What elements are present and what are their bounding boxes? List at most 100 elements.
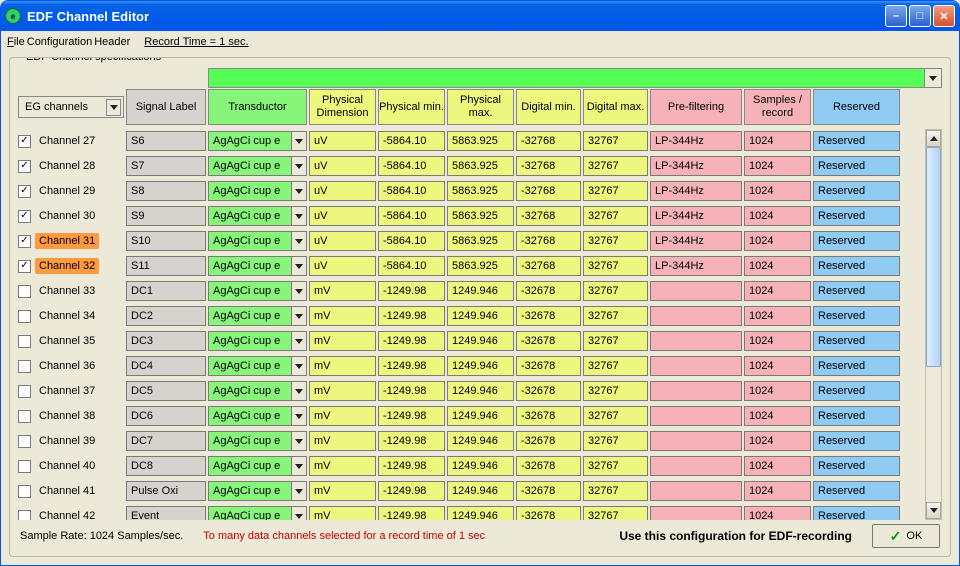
chevron-down-icon[interactable]: [106, 99, 121, 116]
chevron-down-icon[interactable]: [291, 382, 306, 400]
phys-max-cell[interactable]: 5863.925: [447, 181, 514, 201]
channel-checkbox[interactable]: ✓: [18, 235, 31, 248]
dig-max-cell[interactable]: 32767: [583, 406, 648, 426]
phys-dim-cell[interactable]: uV: [309, 231, 376, 251]
dig-max-cell[interactable]: 32767: [583, 206, 648, 226]
channel-checkbox[interactable]: [18, 310, 31, 323]
prefilter-cell[interactable]: [650, 331, 742, 351]
scroll-down-button[interactable]: [926, 502, 941, 519]
maximize-button[interactable]: □: [909, 5, 931, 27]
reserved-cell[interactable]: Reserved: [813, 381, 900, 401]
samples-cell[interactable]: 1024: [744, 206, 811, 226]
samples-cell[interactable]: 1024: [744, 431, 811, 451]
chevron-down-icon[interactable]: [924, 69, 941, 87]
channel-checkbox[interactable]: [18, 435, 31, 448]
chevron-down-icon[interactable]: [291, 307, 306, 325]
dig-max-cell[interactable]: 32767: [583, 256, 648, 276]
samples-cell[interactable]: 1024: [744, 181, 811, 201]
signal-label-cell[interactable]: S11: [126, 256, 206, 276]
reserved-cell[interactable]: Reserved: [813, 281, 900, 301]
transductor-dropdown[interactable]: AgAgCi cup e: [208, 131, 307, 151]
dig-max-cell[interactable]: 32767: [583, 506, 648, 520]
reserved-cell[interactable]: Reserved: [813, 306, 900, 326]
prefilter-cell[interactable]: LP-344Hz: [650, 131, 742, 151]
transductor-dropdown[interactable]: AgAgCi cup e: [208, 406, 307, 426]
minimize-button[interactable]: –: [885, 5, 907, 27]
dig-min-cell[interactable]: -32678: [516, 431, 581, 451]
phys-min-cell[interactable]: -5864.10: [378, 181, 445, 201]
signal-label-cell[interactable]: DC8: [126, 456, 206, 476]
dig-max-cell[interactable]: 32767: [583, 381, 648, 401]
chevron-down-icon[interactable]: [291, 132, 306, 150]
dig-min-cell[interactable]: -32678: [516, 481, 581, 501]
phys-dim-cell[interactable]: mV: [309, 381, 376, 401]
reserved-cell[interactable]: Reserved: [813, 181, 900, 201]
samples-cell[interactable]: 1024: [744, 306, 811, 326]
phys-min-cell[interactable]: -5864.10: [378, 156, 445, 176]
phys-min-cell[interactable]: -5864.10: [378, 131, 445, 151]
samples-cell[interactable]: 1024: [744, 256, 811, 276]
chevron-down-icon[interactable]: [291, 507, 306, 520]
phys-dim-cell[interactable]: mV: [309, 306, 376, 326]
channel-checkbox[interactable]: [18, 410, 31, 423]
dig-min-cell[interactable]: -32678: [516, 506, 581, 520]
dig-max-cell[interactable]: 32767: [583, 431, 648, 451]
reserved-cell[interactable]: Reserved: [813, 481, 900, 501]
signal-label-cell[interactable]: DC7: [126, 431, 206, 451]
transductor-dropdown[interactable]: AgAgCi cup e: [208, 356, 307, 376]
signal-label-cell[interactable]: S7: [126, 156, 206, 176]
prefilter-cell[interactable]: [650, 406, 742, 426]
dig-min-cell[interactable]: -32768: [516, 181, 581, 201]
scrollbar[interactable]: [925, 129, 942, 520]
chevron-down-icon[interactable]: [291, 482, 306, 500]
phys-min-cell[interactable]: -1249.98: [378, 281, 445, 301]
ok-button[interactable]: ✓ OK: [872, 524, 940, 548]
prefilter-cell[interactable]: [650, 431, 742, 451]
channel-checkbox[interactable]: ✓: [18, 260, 31, 273]
prefilter-cell[interactable]: [650, 281, 742, 301]
menu-configuration[interactable]: Configuration: [27, 36, 92, 48]
phys-min-cell[interactable]: -1249.98: [378, 431, 445, 451]
reserved-cell[interactable]: Reserved: [813, 456, 900, 476]
dig-min-cell[interactable]: -32768: [516, 231, 581, 251]
phys-dim-cell[interactable]: mV: [309, 281, 376, 301]
dig-max-cell[interactable]: 32767: [583, 231, 648, 251]
prefilter-cell[interactable]: [650, 306, 742, 326]
phys-dim-cell[interactable]: uV: [309, 206, 376, 226]
signal-label-cell[interactable]: S8: [126, 181, 206, 201]
menu-record-time[interactable]: Record Time = 1 sec.: [144, 36, 248, 48]
phys-min-cell[interactable]: -1249.98: [378, 306, 445, 326]
signal-label-cell[interactable]: DC3: [126, 331, 206, 351]
transductor-dropdown[interactable]: AgAgCi cup e: [208, 256, 307, 276]
phys-max-cell[interactable]: 5863.925: [447, 206, 514, 226]
prefilter-cell[interactable]: [650, 356, 742, 376]
phys-min-cell[interactable]: -1249.98: [378, 356, 445, 376]
chevron-down-icon[interactable]: [291, 357, 306, 375]
prefilter-cell[interactable]: [650, 456, 742, 476]
dig-min-cell[interactable]: -32678: [516, 406, 581, 426]
chevron-down-icon[interactable]: [291, 232, 306, 250]
samples-cell[interactable]: 1024: [744, 506, 811, 520]
prefilter-cell[interactable]: LP-344Hz: [650, 156, 742, 176]
transductor-dropdown[interactable]: AgAgCi cup e: [208, 506, 307, 520]
transductor-dropdown[interactable]: AgAgCi cup e: [208, 231, 307, 251]
channel-checkbox[interactable]: [18, 335, 31, 348]
dig-max-cell[interactable]: 32767: [583, 156, 648, 176]
prefilter-cell[interactable]: [650, 506, 742, 520]
dig-max-cell[interactable]: 32767: [583, 131, 648, 151]
dig-min-cell[interactable]: -32678: [516, 456, 581, 476]
chevron-down-icon[interactable]: [291, 282, 306, 300]
dig-min-cell[interactable]: -32768: [516, 131, 581, 151]
dig-min-cell[interactable]: -32678: [516, 331, 581, 351]
menu-file[interactable]: File: [7, 36, 25, 48]
transductor-dropdown[interactable]: AgAgCi cup e: [208, 181, 307, 201]
samples-cell[interactable]: 1024: [744, 331, 811, 351]
reserved-cell[interactable]: Reserved: [813, 256, 900, 276]
phys-dim-cell[interactable]: uV: [309, 156, 376, 176]
transductor-dropdown[interactable]: AgAgCi cup e: [208, 381, 307, 401]
reserved-cell[interactable]: Reserved: [813, 206, 900, 226]
samples-cell[interactable]: 1024: [744, 456, 811, 476]
signal-label-cell[interactable]: DC1: [126, 281, 206, 301]
signal-label-cell[interactable]: DC6: [126, 406, 206, 426]
reserved-cell[interactable]: Reserved: [813, 406, 900, 426]
